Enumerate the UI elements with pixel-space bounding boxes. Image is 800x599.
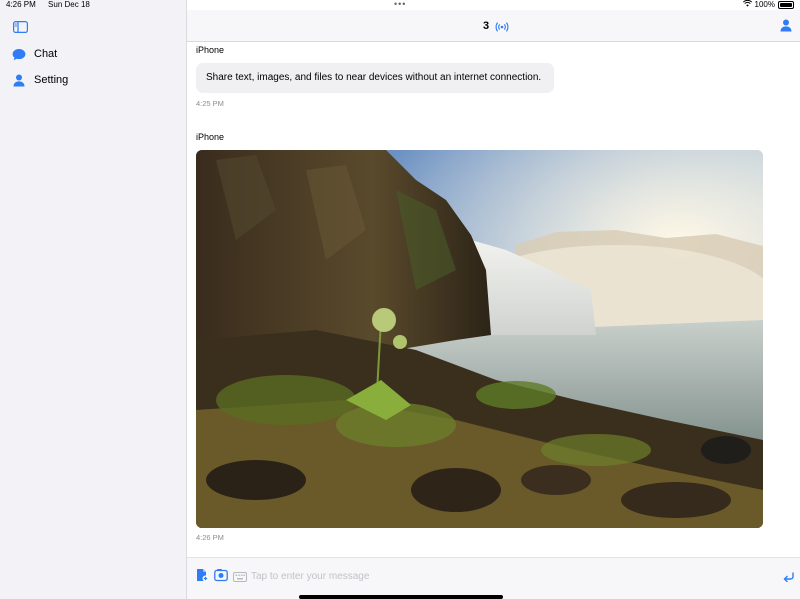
message-time: 4:25 PM bbox=[196, 99, 224, 108]
message-time: 4:26 PM bbox=[196, 533, 224, 542]
status-time: 4:26 PM bbox=[6, 0, 36, 9]
message-input-bar bbox=[187, 557, 800, 599]
battery-percentage: 100% bbox=[754, 0, 775, 9]
connected-peers-count: 3 bbox=[483, 20, 490, 32]
multitasking-dots-icon[interactable]: ••• bbox=[394, 0, 406, 9]
broadcast-signal-icon[interactable] bbox=[495, 20, 509, 32]
attach-photo-icon[interactable] bbox=[214, 568, 228, 582]
sidebar-item-chat[interactable]: Chat bbox=[12, 45, 57, 63]
keyboard-icon[interactable] bbox=[233, 569, 247, 583]
message-sender: iPhone bbox=[196, 132, 225, 142]
send-return-icon[interactable] bbox=[783, 569, 797, 583]
profile-icon[interactable] bbox=[780, 19, 792, 32]
waterfall-landscape-photo[interactable] bbox=[196, 150, 763, 528]
sidebar-item-label: Setting bbox=[34, 74, 69, 86]
chat-header: 3 bbox=[187, 10, 800, 42]
wifi-icon bbox=[742, 0, 752, 9]
status-bar: 4:26 PM Sun Dec 18 ••• 100% bbox=[0, 0, 800, 10]
sidebar-toggle-icon[interactable] bbox=[13, 20, 29, 34]
sidebar-item-setting[interactable]: Setting bbox=[12, 71, 68, 89]
app-screen: Chat Setting 4:26 PM Sun Dec 18 ••• 100%… bbox=[0, 0, 800, 599]
message-bubble[interactable]: Share text, images, and files to near de… bbox=[196, 63, 554, 93]
message-input[interactable] bbox=[249, 566, 773, 586]
person-icon bbox=[12, 73, 26, 87]
battery-icon bbox=[778, 0, 794, 9]
chat-bubble-icon bbox=[12, 47, 26, 61]
status-date: Sun Dec 18 bbox=[48, 0, 90, 9]
home-indicator[interactable] bbox=[299, 595, 503, 599]
sidebar-item-label: Chat bbox=[34, 48, 58, 60]
attach-file-icon[interactable] bbox=[195, 568, 209, 582]
message-sender: iPhone bbox=[196, 45, 225, 55]
sidebar: Chat Setting bbox=[0, 0, 187, 599]
